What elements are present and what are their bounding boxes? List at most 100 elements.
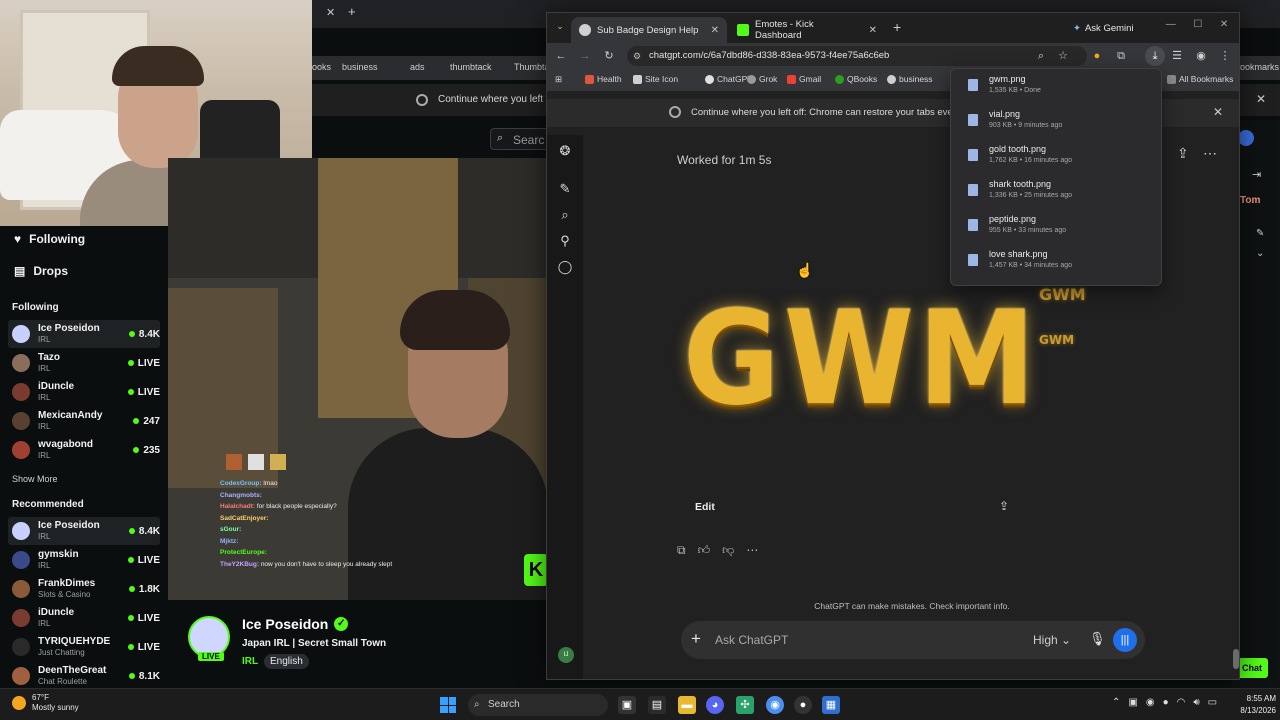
share-icon[interactable]: ⇪ (999, 499, 1009, 513)
ask-gemini-button[interactable]: ✦ Ask Gemini (1065, 19, 1142, 37)
maximize-icon[interactable]: ☐ (1193, 19, 1202, 30)
tab-emotes-kick-dashboard[interactable]: Emotes - Kick Dashboard ✕ (729, 17, 885, 43)
app-icon[interactable]: ✣ (736, 696, 754, 714)
calculator-icon[interactable]: ▦ (822, 696, 840, 714)
stream-video-player[interactable]: CodexGroup: lmao Changmobts: Halalchadt:… (168, 158, 546, 600)
tray-app-icon[interactable]: ● (1163, 697, 1169, 708)
chat-send-button[interactable]: Chat (1236, 658, 1268, 678)
show-more-link[interactable]: Show More (12, 474, 58, 484)
obs-icon[interactable]: ● (794, 696, 812, 714)
generated-image[interactable]: GWM (683, 282, 1035, 434)
reload-icon[interactable]: ↻ (601, 48, 617, 64)
worked-duration[interactable]: Worked for 1m 5s (677, 153, 771, 167)
file-explorer-icon[interactable]: ▬ (678, 696, 696, 714)
search-icon[interactable]: ⌕ (557, 207, 573, 223)
bookmark[interactable]: business (342, 62, 378, 72)
scrollbar-thumb[interactable] (1233, 649, 1239, 669)
channel-item[interactable]: DeenTheGreat Chat Roulette 8.1K (8, 662, 160, 690)
bookmark[interactable]: thumbtack (450, 62, 492, 72)
thumbs-up-icon[interactable]: 👍︎ (698, 543, 711, 558)
wifi-icon[interactable]: ◠ (1177, 697, 1186, 708)
close-icon[interactable]: ✕ (869, 25, 877, 36)
streamer-name[interactable]: Ice Poseidon (242, 616, 328, 632)
address-bar[interactable]: ⚙ chatgpt.com/c/6a7dbd86-d338-83ea-9573-… (627, 46, 1087, 66)
more-options-icon[interactable]: ⋯ (1203, 145, 1217, 162)
extensions-icon[interactable]: ⧉ (1113, 48, 1129, 64)
download-item[interactable]: vial.png 903 KB • 9 minutes ago (951, 104, 1163, 138)
chrome-icon[interactable]: ◉ (766, 696, 784, 714)
model-selector[interactable]: High ⌄ (1033, 633, 1071, 647)
collapse-icon[interactable]: ⇥ (1252, 168, 1261, 181)
edit-image-button[interactable]: Edit (695, 501, 715, 513)
chevron-down-icon[interactable]: ⌄ (1256, 248, 1264, 259)
bookmark-health[interactable]: Health (585, 74, 622, 84)
taskbar-search[interactable]: ⌕ Search (468, 694, 608, 716)
close-icon[interactable]: ✕ (711, 25, 719, 36)
download-item[interactable]: peptide.png 955 KB • 33 minutes ago (951, 209, 1163, 243)
bookmark-gmail[interactable]: Gmail (787, 74, 821, 84)
all-bookmarks[interactable]: All Bookmarks (1167, 74, 1233, 84)
scrollbar[interactable] (1233, 143, 1239, 671)
copy-icon[interactable]: ⧉ (677, 543, 686, 558)
apps-icon[interactable]: ⊞ (555, 74, 562, 85)
close-icon[interactable]: ✕ (326, 6, 335, 19)
chat-bubble-icon[interactable]: ◯ (557, 259, 573, 275)
back-icon[interactable]: ← (553, 48, 569, 64)
bookmark[interactable]: ookmarks (1240, 62, 1279, 72)
forward-icon[interactable]: → (577, 48, 593, 64)
channel-item[interactable]: TYRIQUEHYDE Just Chatting LIVE (8, 633, 160, 661)
bookmark[interactable]: ads (410, 62, 425, 72)
bookmark-star-icon[interactable]: ☆ (1055, 48, 1071, 64)
zoom-icon[interactable]: ⌕ (1033, 48, 1049, 64)
bookmark-qbooks[interactable]: QBooks (835, 74, 877, 84)
chat-composer[interactable]: + Ask ChatGPT High ⌄ 🎙︎ ||| (681, 621, 1145, 659)
nav-following[interactable]: ♥ Following (14, 232, 85, 246)
tab-search-icon[interactable]: ⌄ (553, 21, 567, 35)
channel-item[interactable]: iDuncle IRL LIVE (8, 604, 160, 632)
minimize-icon[interactable]: — (1166, 19, 1176, 30)
thumbs-down-icon[interactable]: 👎︎ (722, 543, 734, 558)
openai-logo-icon[interactable]: ❂ (557, 143, 573, 159)
bookmark-grok[interactable]: Grok (747, 74, 777, 84)
bookmark-site-icon[interactable]: Site Icon (633, 74, 678, 84)
download-icon[interactable]: ⤓ (1145, 46, 1165, 66)
profile-icon[interactable] (1238, 130, 1254, 146)
new-tab-icon[interactable]: + (348, 4, 356, 19)
bookmark-business[interactable]: business (887, 74, 933, 84)
download-item[interactable]: shark tooth.png 1,336 KB • 25 minutes ago (951, 174, 1163, 208)
new-tab-icon[interactable]: + (893, 19, 901, 35)
task-view-icon[interactable]: ▣ (618, 696, 636, 714)
download-item[interactable]: gold tooth.png 1,762 KB • 16 minutes ago (951, 139, 1163, 173)
channel-item[interactable]: wvagabond IRL 235 (8, 436, 160, 464)
channel-item[interactable]: Ice Poseidon IRL 8.4K (8, 517, 160, 545)
reading-list-icon[interactable]: ☰ (1169, 48, 1185, 64)
bookmark[interactable]: ooks (312, 62, 331, 72)
download-item[interactable]: love shark.png 1,457 KB • 34 minutes ago (951, 244, 1163, 278)
profile-icon[interactable]: ◉ (1193, 48, 1209, 64)
volume-icon[interactable]: 🔊︎ (1193, 697, 1199, 708)
generated-image-thumbnail[interactable]: GWM (1039, 285, 1086, 304)
channel-item[interactable]: MexicanAndy IRL 247 (8, 407, 160, 435)
share-icon[interactable]: ⇪ (1177, 145, 1189, 162)
menu-icon[interactable]: ⋮ (1217, 48, 1233, 64)
extension-icon[interactable]: ● (1089, 48, 1105, 64)
generated-image-thumbnail[interactable]: GWM (1039, 333, 1074, 347)
add-attachment-icon[interactable]: + (691, 629, 701, 649)
tab-sub-badge-design-help[interactable]: Sub Badge Design Help ✕ (571, 17, 727, 43)
channel-item[interactable]: Ice Poseidon IRL 8.4K (8, 320, 160, 348)
tray-app-icon[interactable]: ▣ (1128, 697, 1137, 708)
site-info-icon[interactable]: ⚙ (633, 46, 641, 66)
start-button[interactable] (440, 697, 456, 713)
new-chat-icon[interactable]: ✎ (557, 181, 573, 197)
voice-mode-icon[interactable]: ||| (1113, 628, 1137, 652)
channel-item[interactable]: FrankDimes Slots & Casino 1.8K (8, 575, 160, 603)
close-icon[interactable]: ✕ (1256, 92, 1266, 106)
stream-category[interactable]: IRL (242, 656, 258, 667)
tray-app-icon[interactable]: ◉ (1146, 697, 1155, 708)
kick-search-input[interactable]: ⌕ Searc (490, 128, 550, 150)
discord-icon[interactable]: ◕ (706, 696, 724, 714)
more-options-icon[interactable]: ⋯ (746, 543, 758, 558)
microphone-icon[interactable]: 🎙︎ (1089, 631, 1106, 647)
bookmark-chatgpt[interactable]: ChatGPT (705, 74, 752, 84)
pin-icon[interactable]: ✎ (1256, 228, 1264, 239)
